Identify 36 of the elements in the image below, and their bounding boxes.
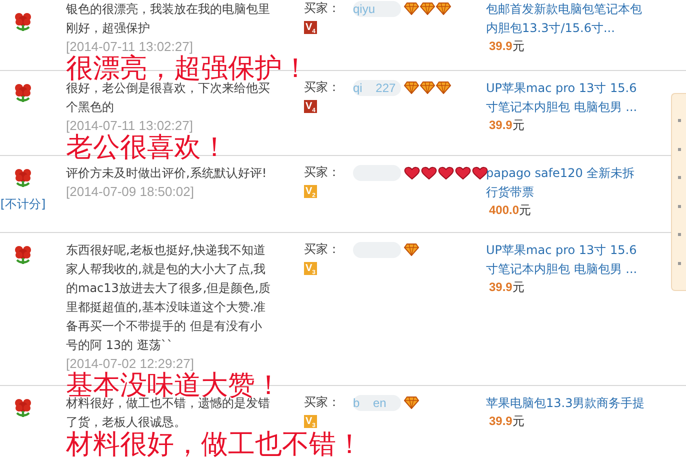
buyer-label: 买家：	[304, 79, 340, 96]
product-price: 39.9	[489, 118, 512, 132]
currency-text: 元	[512, 414, 524, 428]
review-text: 东西很好呢,老板也挺好,快递我不知道家人帮我收的,就是包的大小大了点,我的mac13放进去大了很多,但是颜色,质里都挺超值的,基本没味道这个大赞.准备再买一个不带提手的 但是有没有小号的阿 13的 逛荡``	[66, 242, 272, 354]
currency-text: 元	[512, 280, 524, 294]
currency-text: 元	[519, 203, 532, 217]
product-link[interactable]: UP苹果mac pro 13寸 15.6寸笔记本内胆包 电脑包男 ...	[486, 241, 646, 279]
review-time: [2014-07-11 13:02:27]	[66, 38, 193, 54]
review-time: [2014-07-02 12:29:27]	[66, 355, 194, 372]
annotation-text: 老公很喜欢！	[66, 133, 228, 163]
annotation-text: 材料很好，做工也不错！	[66, 430, 363, 459]
buyer-label: 买家：	[304, 394, 340, 411]
product-price: 400.0	[489, 203, 520, 217]
vip-badge: V$_{2}$	[304, 185, 317, 198]
buyer-label: 买家：	[304, 164, 340, 181]
vip-badge: V$_{3}$	[304, 415, 317, 428]
review-text: 银色的很漂亮，我装放在我的电脑包里刚好，超强保护	[66, 1, 271, 37]
buyer-label: 买家：	[304, 241, 340, 258]
product-link[interactable]: papago safe120 全新未拆行货带票	[486, 164, 646, 202]
review-text: 评价方未及时做出评价,系统默认好评!	[66, 165, 268, 182]
review-time: [2014-07-09 18:50:02]	[66, 183, 194, 201]
product-price: 39.9	[489, 39, 512, 53]
product-price: 39.9	[489, 414, 512, 428]
product-link[interactable]: 苹果电脑包13.3男款商务手提	[486, 394, 646, 413]
score-note: [不计分]	[0, 196, 46, 213]
vip-badge: V$_{4}$	[304, 100, 317, 113]
product-link[interactable]: 包邮首发新款电脑包笔记本包内胆包13.3寸/15.6寸...	[486, 0, 646, 38]
buyer-label: 买家：	[304, 0, 340, 17]
vip-badge: V$_{3}$	[304, 262, 317, 275]
vip-badge: V$_{4}$	[304, 21, 317, 34]
product-price: 39.9	[489, 280, 512, 294]
currency-text: 元	[512, 118, 524, 132]
currency-text: 元	[512, 39, 524, 53]
review-time: [2014-07-11 13:02:27]	[66, 117, 193, 134]
review-text: 很好，老公倒是很喜欢，下次来给他买个黑色的	[66, 81, 271, 116]
product-link[interactable]: UP苹果mac pro 13寸 15.6寸笔记本内胆包 电脑包男 ...	[486, 79, 646, 117]
